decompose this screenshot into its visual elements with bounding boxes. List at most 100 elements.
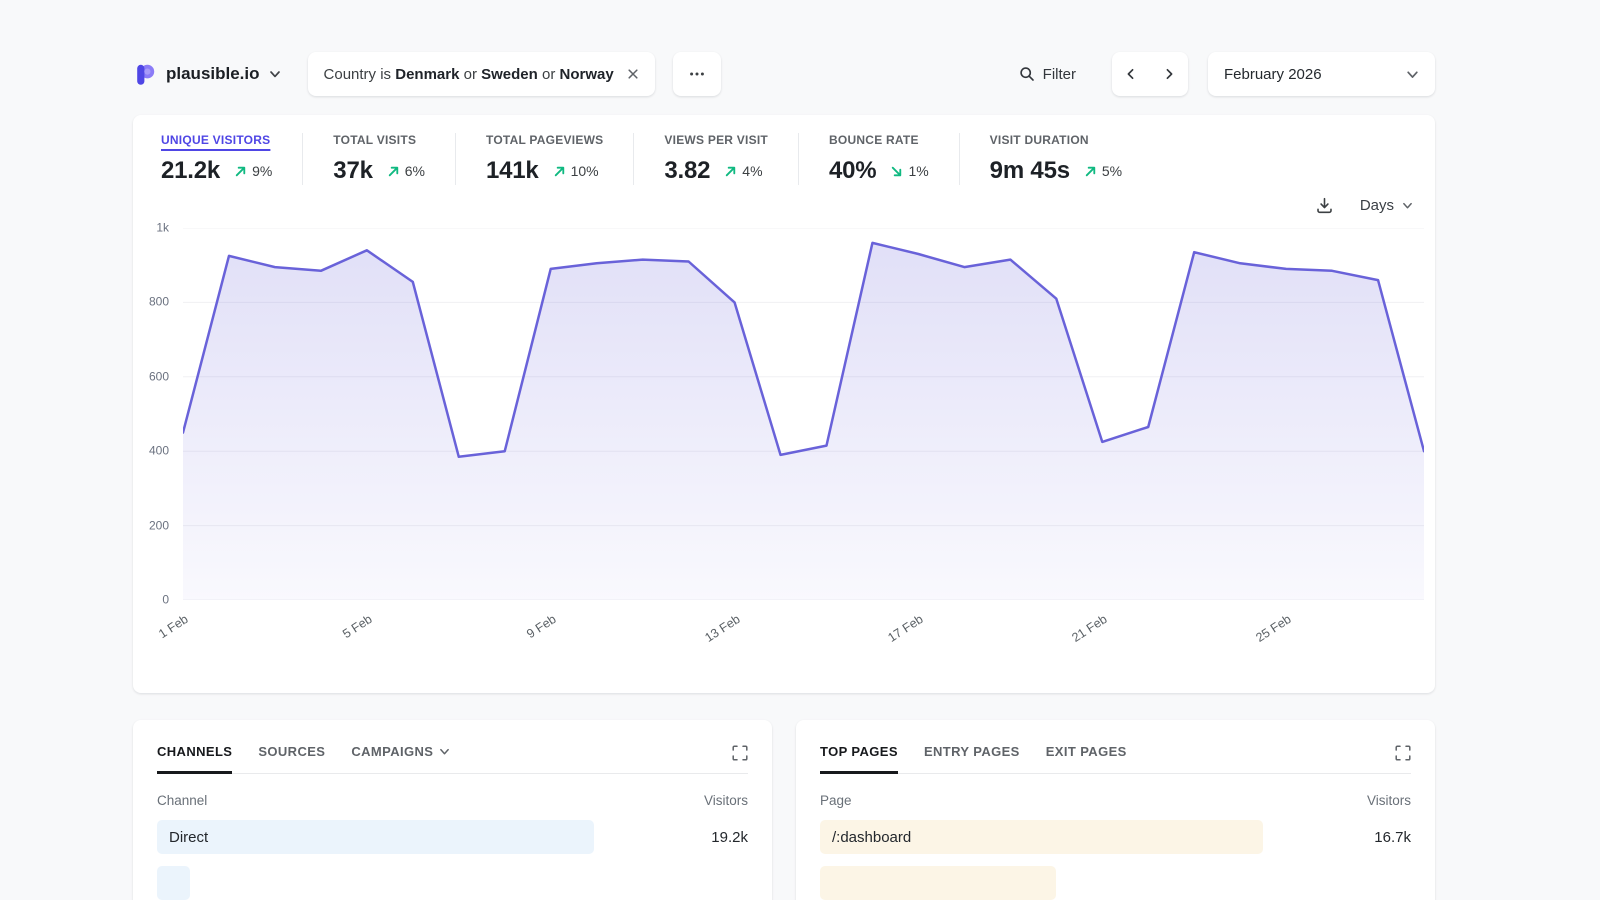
y-axis-tick-label: 600 (145, 370, 169, 384)
x-axis-tick-label: 25 Feb (1253, 612, 1293, 645)
download-icon (1316, 197, 1333, 214)
list-item[interactable]: Direct19.2k (157, 820, 748, 854)
tab-channels[interactable]: CHANNELS (157, 744, 232, 773)
chart-plot-area[interactable]: 02004006008001k (183, 228, 1424, 600)
period-nav (1112, 52, 1188, 96)
filter-value: Denmark (395, 66, 459, 83)
tab-label: SOURCES (258, 744, 325, 759)
stat-total-pageviews[interactable]: TOTAL PAGEVIEWS141k10% (455, 133, 633, 185)
stat-label: VIEWS PER VISIT (664, 133, 768, 147)
stat-bounce-rate[interactable]: BOUNCE RATE 40% 1% (798, 133, 959, 185)
y-axis-tick-label: 0 (145, 593, 169, 607)
column-header-page: Page (820, 793, 852, 808)
filter-chip-text: Country is Denmark or Sweden or Norway (324, 66, 614, 83)
x-axis-tick-label: 5 Feb (340, 612, 374, 641)
chevron-down-icon (269, 68, 281, 80)
stat-change: 5% (1084, 163, 1122, 179)
row-value: 19.2k (711, 829, 748, 846)
tabs-row: TOP PAGES ENTRY PAGES EXIT PAGES (820, 744, 1411, 774)
tabs: CHANNELS SOURCES CAMPAIGNS (157, 744, 450, 773)
y-axis-tick-label: 1k (145, 221, 169, 235)
stat-value: 40% (829, 157, 876, 185)
list-item[interactable] (820, 866, 1411, 900)
column-headers: Page Visitors (820, 793, 1411, 808)
remove-filter-icon[interactable] (627, 68, 639, 80)
list-item[interactable] (157, 866, 748, 900)
site-name: plausible.io (166, 64, 260, 84)
chevron-right-icon (1163, 68, 1175, 80)
stat-change-value: 1% (908, 163, 928, 179)
arrow-up-right-icon (553, 165, 566, 178)
y-axis-tick-label: 800 (145, 295, 169, 309)
top-bar-right: Filter February 2026 (1019, 52, 1435, 96)
chart-area-fill (183, 243, 1424, 600)
tab-campaigns[interactable]: CAMPAIGNS (351, 744, 450, 773)
interval-label: Days (1360, 197, 1394, 214)
stat-change: 9% (234, 163, 272, 179)
tab-top-pages[interactable]: TOP PAGES (820, 744, 898, 773)
date-range-picker[interactable]: February 2026 (1208, 52, 1435, 96)
more-filters-button[interactable] (673, 52, 721, 96)
chevron-down-icon (1406, 68, 1419, 81)
filter-button[interactable]: Filter (1019, 66, 1076, 83)
stat-value: 141k (486, 157, 539, 185)
site-picker[interactable]: plausible.io (133, 62, 281, 86)
expand-button[interactable] (1395, 745, 1411, 761)
stat-label: TOTAL VISITS (333, 133, 425, 147)
row-bar (157, 866, 190, 900)
arrow-up-right-icon (1084, 165, 1097, 178)
tabs-row: CHANNELS SOURCES CAMPAIGNS (157, 744, 748, 774)
arrow-down-right-icon (890, 165, 903, 178)
stat-value: 3.82 (664, 157, 710, 185)
ellipsis-icon (688, 65, 706, 83)
top-bar: plausible.io Country is Denmark or Swede… (133, 52, 1435, 96)
stat-total-visits[interactable]: TOTAL VISITS37k6% (302, 133, 455, 185)
list-item[interactable]: /:dashboard16.7k (820, 820, 1411, 854)
stat-label: TOTAL PAGEVIEWS (486, 133, 603, 147)
date-range-label: February 2026 (1224, 66, 1322, 83)
previous-period-button[interactable] (1112, 52, 1150, 96)
pages-card: TOP PAGES ENTRY PAGES EXIT PAGES Page Visito… (796, 720, 1435, 900)
tab-label: CAMPAIGNS (351, 744, 433, 759)
tab-label: CHANNELS (157, 744, 232, 759)
stat-change: 4% (724, 163, 762, 179)
x-axis-tick-label: 9 Feb (524, 612, 558, 641)
tab-exit-pages[interactable]: EXIT PAGES (1046, 744, 1127, 773)
interval-selector[interactable]: Days (1360, 197, 1413, 214)
x-axis-tick-label: 13 Feb (702, 612, 742, 645)
stat-change-value: 4% (742, 163, 762, 179)
search-icon (1019, 66, 1035, 82)
stat-change: 6% (387, 163, 425, 179)
chart-controls: Days (133, 185, 1435, 217)
row-value: 16.7k (1374, 829, 1411, 846)
x-axis-tick-label: 1 Feb (156, 612, 190, 641)
chevron-down-icon (439, 746, 450, 757)
stat-value: 9m 45s (990, 157, 1070, 185)
column-header-visitors: Visitors (704, 793, 748, 808)
stat-unique-visitors[interactable]: UNIQUE VISITORS21.2k9% (161, 133, 302, 185)
next-period-button[interactable] (1150, 52, 1188, 96)
tab-sources[interactable]: SOURCES (258, 744, 325, 773)
stats-row: UNIQUE VISITORS21.2k9%TOTAL VISITS37k6%T… (133, 133, 1435, 185)
stat-label: VISIT DURATION (990, 133, 1122, 147)
arrow-up-right-icon (234, 165, 247, 178)
expand-button[interactable] (732, 745, 748, 761)
filter-chip[interactable]: Country is Denmark or Sweden or Norway (308, 52, 655, 96)
stat-views-per-visit[interactable]: VIEWS PER VISIT 3.82 4% (633, 133, 798, 185)
tabs: TOP PAGES ENTRY PAGES EXIT PAGES (820, 744, 1127, 773)
breakdown-grid: CHANNELSSOURCESCAMPAIGNSChannelVisitorsD… (133, 720, 1435, 900)
stat-label: BOUNCE RATE (829, 133, 929, 147)
tab-entry-pages[interactable]: ENTRY PAGES (924, 744, 1020, 773)
stat-change-value: 6% (405, 163, 425, 179)
channels-card: CHANNELSSOURCESCAMPAIGNSChannelVisitorsD… (133, 720, 772, 900)
stat-change-value: 9% (252, 163, 272, 179)
tab-label: EXIT PAGES (1046, 744, 1127, 759)
arrow-up-right-icon (724, 165, 737, 178)
filter-value: Sweden (481, 66, 538, 83)
filter-value: Norway (560, 66, 614, 83)
visitors-chart[interactable]: 02004006008001k 1 Feb5 Feb9 Feb13 Feb17 … (149, 228, 1424, 650)
column-header-visitors: Visitors (1367, 793, 1411, 808)
download-button[interactable] (1316, 197, 1333, 214)
filter-button-label: Filter (1043, 66, 1076, 83)
stat-visit-duration[interactable]: VISIT DURATION 9m 45s 5% (959, 133, 1152, 185)
